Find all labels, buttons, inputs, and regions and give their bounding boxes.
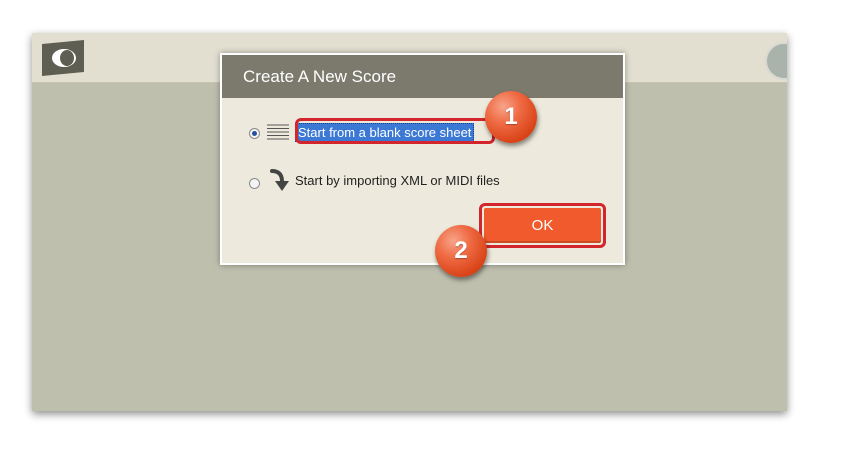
avatar[interactable]	[765, 42, 787, 80]
step-badge-1: 1	[485, 91, 537, 143]
highlight-box-step2	[479, 203, 606, 248]
curved-arrow-down-icon	[269, 168, 289, 192]
import-files-label[interactable]: Start by importing XML or MIDI files	[295, 173, 500, 188]
dialog-title: Create A New Score	[222, 55, 623, 98]
blank-score-radio[interactable]	[249, 128, 260, 139]
import-files-radio[interactable]	[249, 178, 260, 189]
highlight-box-step1	[295, 118, 495, 144]
create-score-dialog: Create A New Score Start from a blank sc…	[220, 53, 625, 265]
staff-lines-icon	[267, 123, 289, 141]
step-badge-2: 2	[435, 225, 487, 277]
eye-logo-icon[interactable]	[40, 40, 86, 76]
